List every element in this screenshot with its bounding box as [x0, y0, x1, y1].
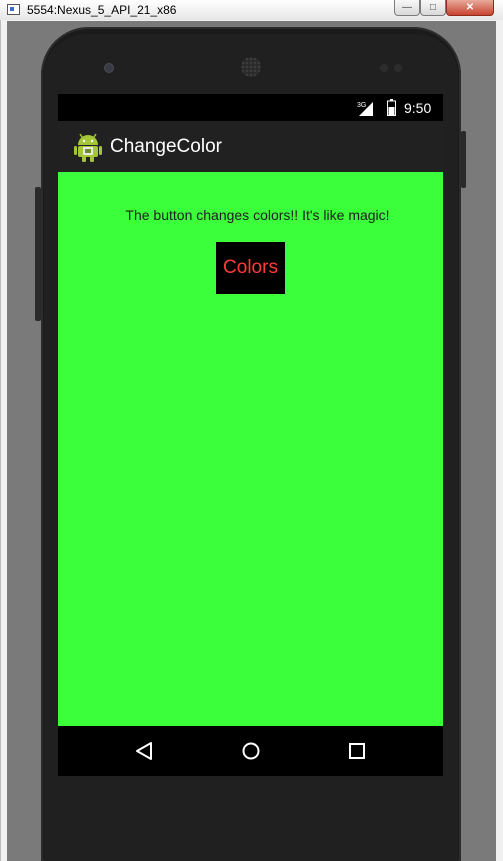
window-title: 5554:Nexus_5_API_21_x86: [27, 3, 177, 17]
recent-apps-icon[interactable]: [349, 743, 365, 759]
message-text: The button changes colors!! It's like ma…: [125, 207, 390, 223]
window-titlebar[interactable]: 5554:Nexus_5_API_21_x86 — □ ✕: [0, 0, 503, 21]
home-icon[interactable]: [241, 741, 261, 761]
proximity-sensor: [380, 64, 388, 72]
front-camera: [104, 63, 114, 73]
navigation-bar: [58, 726, 443, 776]
volume-button[interactable]: [35, 187, 41, 321]
emulator-icon: [7, 4, 20, 15]
maximize-icon: □: [429, 2, 437, 13]
battery-icon: [387, 99, 396, 116]
main-content: The button changes colors!! It's like ma…: [58, 172, 443, 726]
power-button[interactable]: [461, 131, 466, 188]
back-icon[interactable]: [134, 741, 154, 761]
close-button[interactable]: ✕: [446, 0, 494, 16]
app-title: ChangeColor: [110, 136, 222, 157]
android-icon: [74, 133, 102, 162]
earpiece-speaker: [241, 57, 261, 77]
signal-icon: 3G: [357, 102, 373, 116]
colors-button[interactable]: Colors: [216, 242, 285, 294]
close-icon: ✕: [465, 2, 475, 13]
network-type: 3G: [357, 102, 366, 109]
phone-screen: 3G 9:50 ChangeColor The button changes c…: [58, 94, 443, 776]
status-time: 9:50: [404, 100, 432, 116]
minimize-button[interactable]: —: [394, 0, 420, 16]
light-sensor: [394, 64, 402, 72]
maximize-button[interactable]: □: [420, 0, 446, 16]
minimize-icon: —: [402, 2, 412, 13]
status-bar: 3G 9:50: [58, 94, 443, 121]
action-bar: ChangeColor: [58, 121, 443, 172]
